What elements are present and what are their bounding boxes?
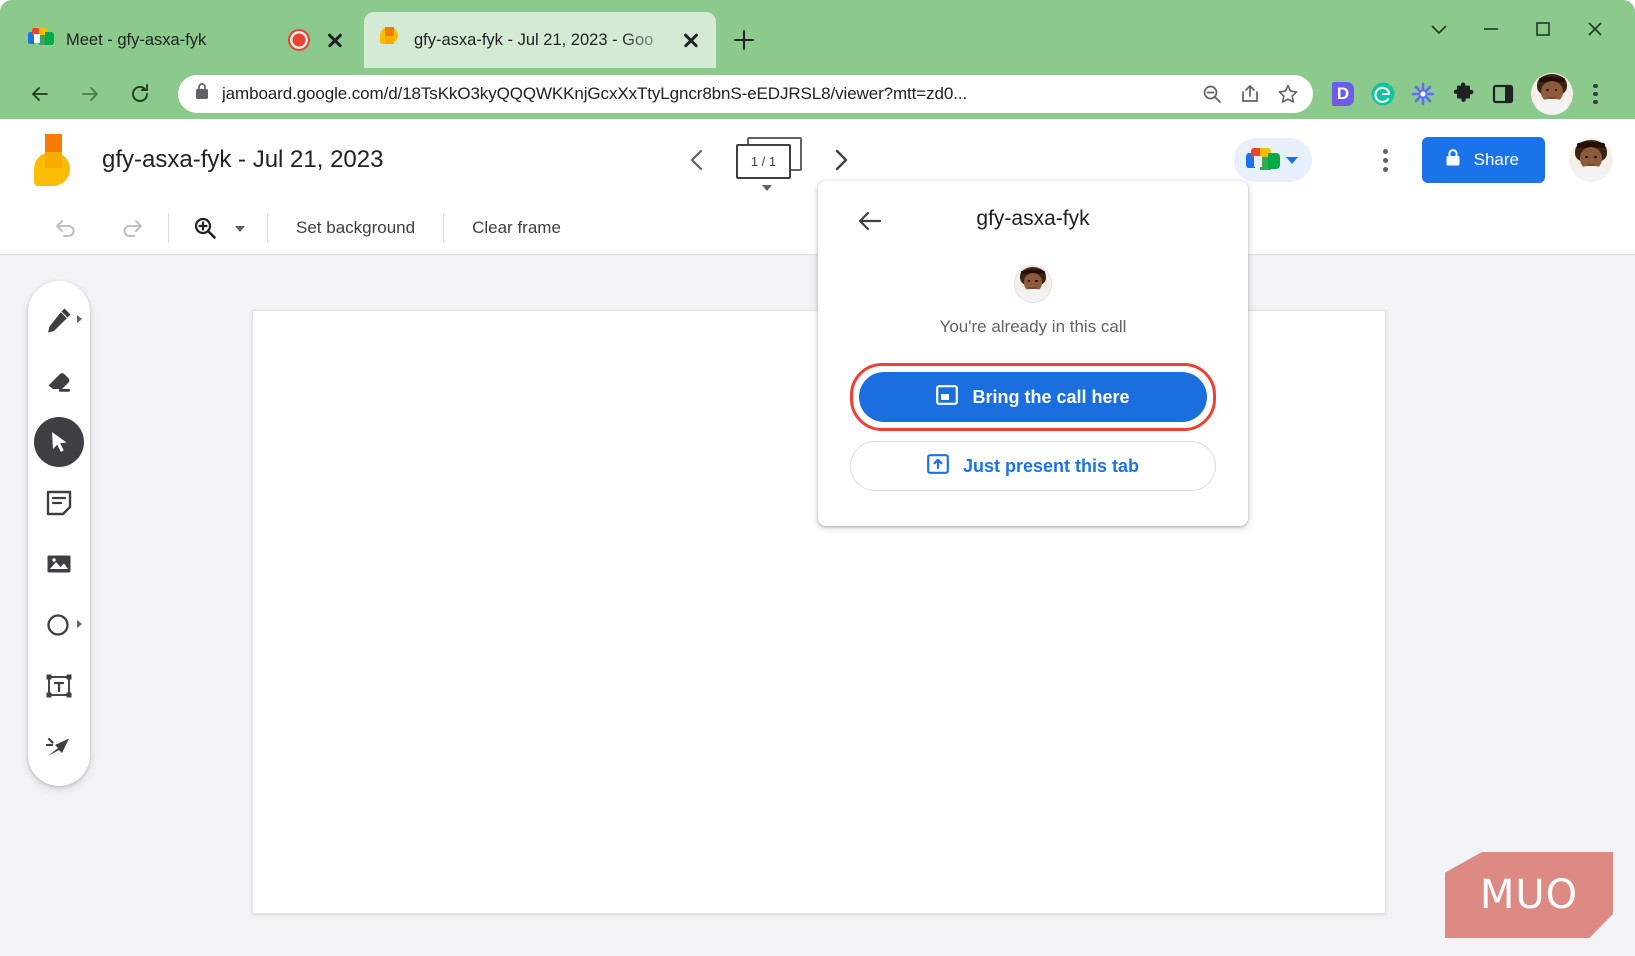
three-dot-menu-icon[interactable] [1364,137,1406,183]
meet-popup-status: You're already in this call [939,317,1127,336]
share-button-label: Share [1473,150,1519,169]
share-icon[interactable] [1233,77,1267,111]
muo-watermark-label: MUO [1479,872,1579,918]
just-present-this-tab-label: Just present this tab [962,455,1140,476]
bring-call-here-highlight: Bring the call here [850,363,1216,431]
account-avatar[interactable] [1569,138,1613,182]
close-icon[interactable] [678,27,704,53]
close-icon[interactable] [1569,8,1621,50]
back-arrow-icon[interactable] [20,74,60,114]
bring-the-call-here-label: Bring the call here [972,386,1130,407]
bring-the-call-here-button[interactable]: Bring the call here [859,372,1207,422]
lock-icon [194,82,210,105]
text-box-tool[interactable] [34,661,84,711]
sticky-note-tool[interactable] [34,478,84,528]
just-present-this-tab-button[interactable]: Just present this tab [850,441,1216,491]
meet-button[interactable] [1233,138,1312,182]
zoom-chevron-down-icon[interactable] [227,215,253,241]
jamboard-logo [34,134,70,186]
omnibox[interactable]: jamboard.google.com/d/18TsKkO3kyQQQWKKnj… [178,74,1313,113]
laser-pointer-tool[interactable] [34,722,84,772]
select-tool[interactable] [34,417,84,467]
clear-frame-button[interactable]: Clear frame [458,210,575,246]
zoom-in-icon[interactable] [183,206,227,250]
tool-rail [28,281,90,786]
new-tab-button[interactable] [726,22,762,58]
present-window-icon [936,384,959,410]
three-dot-menu-icon[interactable] [1577,74,1613,114]
close-icon[interactable] [322,27,348,53]
tab-title: Meet - gfy-asxa-fyk [66,30,207,49]
zoom-out-icon[interactable] [1195,77,1229,111]
tab-title: gfy-asxa-fyk - Jul 21, 2023 - Goo [414,30,654,49]
side-panel-icon[interactable] [1483,74,1523,114]
tab-strip: Meet - gfy-asxa-fyk gfy-asxa-fyk - Jul 2… [0,0,1635,68]
toolbar-divider [168,212,169,243]
jamboard-icon [376,27,402,53]
pen-submenu-arrow-icon[interactable] [77,315,82,323]
toolbar-divider [443,212,445,243]
header-actions: Share [1233,119,1613,201]
share-button[interactable]: Share [1421,137,1545,183]
frame-counter-label: 1 / 1 [736,144,791,179]
image-tool[interactable] [34,539,84,589]
tab-search-chevron-icon[interactable] [1413,8,1465,50]
frame-navigation: 1 / 1 [676,135,862,191]
undo-icon[interactable] [44,206,88,250]
muo-watermark: MUO [1445,852,1613,938]
participant-avatar [1014,265,1052,303]
deepl-icon[interactable]: D [1323,74,1363,114]
eraser-tool[interactable] [34,356,84,406]
chevron-down-icon[interactable] [762,185,772,191]
meet-popup-actions: Bring the call here Just present this ta… [818,363,1248,491]
pen-tool[interactable] [34,295,84,345]
frame-counter[interactable]: 1 / 1 [736,137,802,191]
redo-icon[interactable] [110,206,154,250]
recording-indicator-icon[interactable] [288,29,310,51]
asterisk-extension-icon[interactable] [1403,74,1443,114]
prev-frame-button[interactable] [676,135,720,185]
maximize-icon[interactable] [1517,8,1569,50]
bookmark-star-icon[interactable] [1271,77,1305,111]
browser-window: Meet - gfy-asxa-fyk gfy-asxa-fyk - Jul 2… [0,0,1635,956]
shape-tool[interactable] [34,600,84,650]
url-text: jamboard.google.com/d/18TsKkO3kyQQQWKKnj… [222,83,968,103]
address-bar-row: jamboard.google.com/d/18TsKkO3kyQQQWKKnj… [0,68,1635,119]
browser-chrome: Meet - gfy-asxa-fyk gfy-asxa-fyk - Jul 2… [0,0,1635,119]
meet-popup: gfy-asxa-fyk You're already in this call… [818,181,1248,526]
extensions-row: D [1323,74,1523,114]
window-controls [1413,8,1621,50]
toolbar-divider [267,212,268,243]
page-title: gfy-asxa-fyk - Jul 21, 2023 [102,146,384,173]
set-background-button[interactable]: Set background [282,210,429,246]
meet-popup-header: gfy-asxa-fyk [818,181,1248,257]
tab-jamboard[interactable]: gfy-asxa-fyk - Jul 21, 2023 - Goo [364,12,716,68]
lock-icon [1444,148,1462,172]
minimize-icon[interactable] [1465,8,1517,50]
grammarly-icon[interactable] [1363,74,1403,114]
shape-submenu-arrow-icon[interactable] [77,620,82,628]
tab-meet[interactable]: Meet - gfy-asxa-fyk [16,12,360,68]
present-tab-icon [927,453,949,479]
forward-arrow-icon[interactable] [70,74,110,114]
puzzle-piece-icon[interactable] [1443,74,1483,114]
google-meet-icon [28,27,54,53]
google-meet-icon [1245,147,1280,173]
reload-icon[interactable] [120,74,160,114]
back-arrow-icon[interactable] [850,201,890,241]
next-frame-button[interactable] [818,135,862,185]
chevron-down-icon[interactable] [1285,156,1298,164]
profile-avatar[interactable] [1531,72,1573,115]
